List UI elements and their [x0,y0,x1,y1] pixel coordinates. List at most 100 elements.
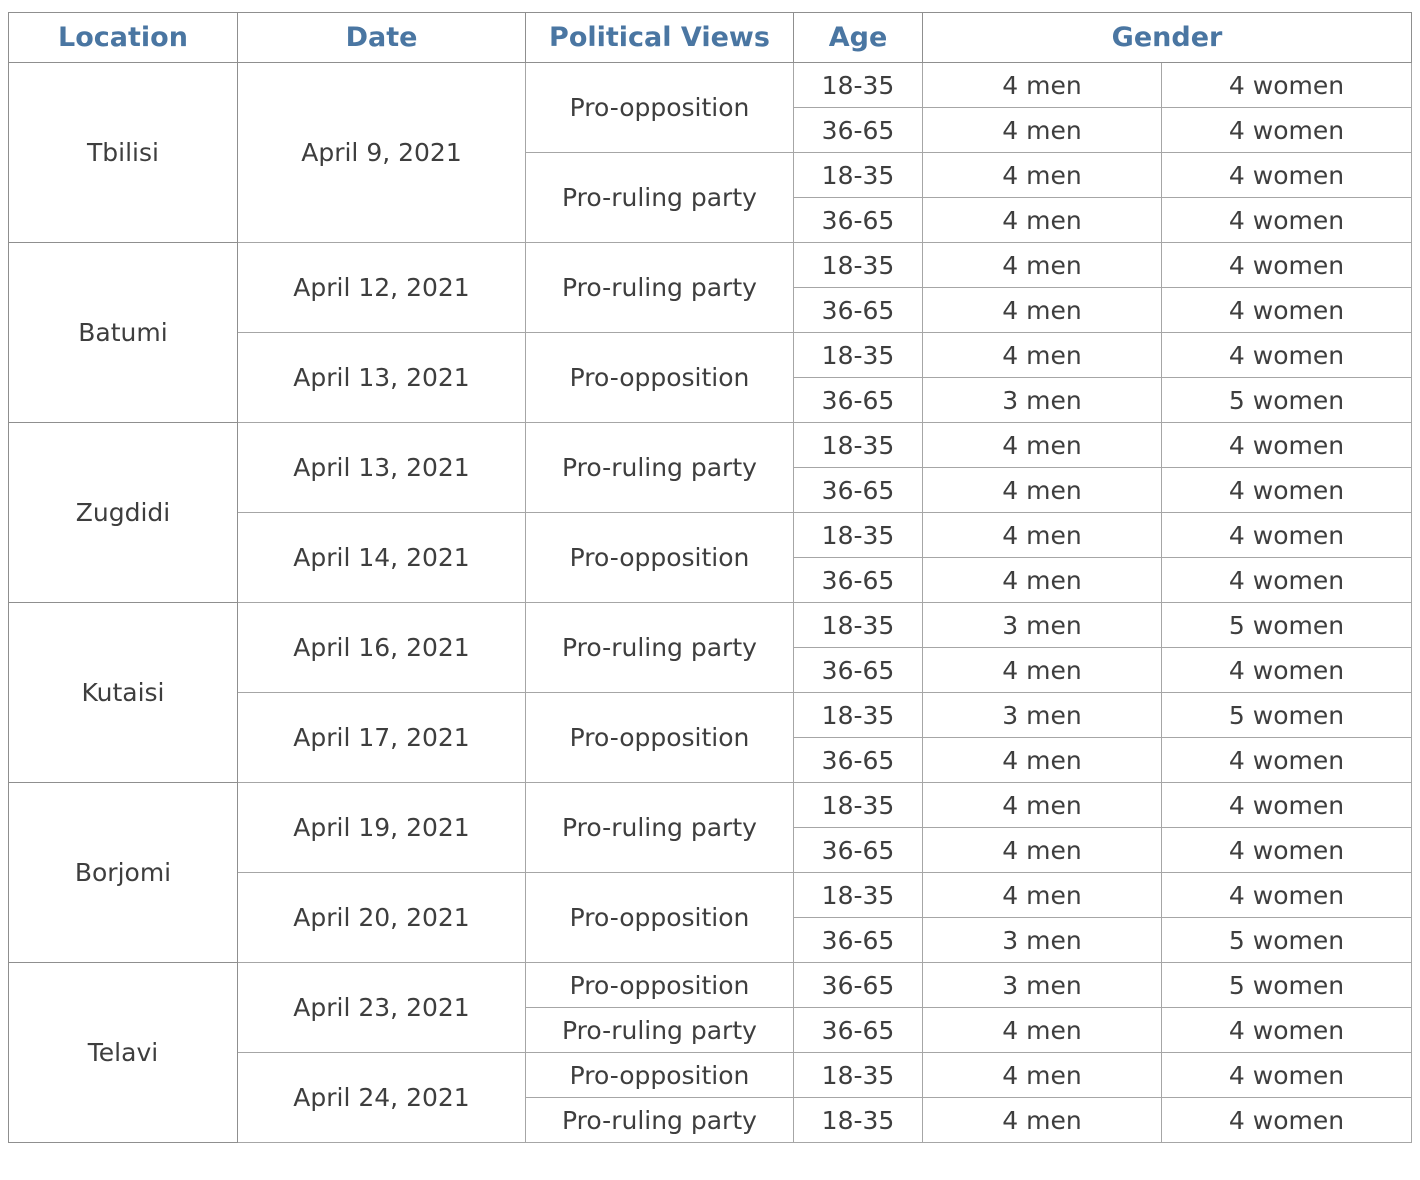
age-cell: 18-35 [793,422,923,468]
women-count-cell: 4 women [1161,1007,1412,1053]
men-count-cell: 4 men [922,1097,1162,1143]
women-count-cell: 5 women [1161,917,1412,963]
date-cell: April 13, 2021 [237,332,526,423]
men-count-cell: 4 men [922,287,1162,333]
age-cell: 18-35 [793,692,923,738]
age-cell: 36-65 [793,647,923,693]
header-date: Date [237,12,526,63]
age-cell: 36-65 [793,557,923,603]
men-count-cell: 4 men [922,647,1162,693]
date-cell: April 23, 2021 [237,962,526,1053]
age-cell: 36-65 [793,1007,923,1053]
location-cell: Telavi [8,962,238,1143]
table-row: Borjomi April 19, 2021 Pro-ruling party 18-… [8,782,1412,963]
women-count-cell: 4 women [1161,512,1412,558]
men-count-cell: 3 men [922,917,1162,963]
women-count-cell: 4 women [1161,152,1412,198]
location-cell: Borjomi [8,782,238,963]
age-cell: 36-65 [793,467,923,513]
date-cell: April 19, 2021 [237,782,526,873]
date-cell: April 20, 2021 [237,872,526,963]
political-views-cell: Pro-ruling party [525,1007,794,1053]
age-cell: 18-35 [793,62,923,108]
location-cell: Kutaisi [8,602,238,783]
women-count-cell: 4 women [1161,1052,1412,1098]
age-cell: 18-35 [793,1097,923,1143]
women-count-cell: 4 women [1161,557,1412,603]
date-cell: April 24, 2021 [237,1052,526,1143]
table-body: Tbilisi April 9, 2021 Pro-opposition 18-35 4… [8,62,1412,1143]
political-views-cell: Pro-ruling party [525,602,794,693]
women-count-cell: 4 women [1161,827,1412,873]
women-count-cell: 4 women [1161,62,1412,108]
women-count-cell: 4 women [1161,197,1412,243]
age-cell: 36-65 [793,377,923,423]
women-count-cell: 5 women [1161,377,1412,423]
political-views-cell: Pro-opposition [525,872,794,963]
men-count-cell: 4 men [922,1007,1162,1053]
age-cell: 36-65 [793,827,923,873]
date-cell: April 12, 2021 [237,242,526,333]
table-row: Kutaisi April 16, 2021 Pro-ruling party 18-… [8,602,1412,783]
men-count-cell: 4 men [922,1052,1162,1098]
men-count-cell: 4 men [922,422,1162,468]
women-count-cell: 4 women [1161,647,1412,693]
men-count-cell: 4 men [922,242,1162,288]
header-age: Age [793,12,923,63]
age-cell: 36-65 [793,962,923,1008]
women-count-cell: 4 women [1161,1097,1412,1143]
men-count-cell: 4 men [922,872,1162,918]
men-count-cell: 4 men [922,332,1162,378]
table-row: Zugdidi April 13, 2021 Pro-ruling party 18-… [8,422,1412,603]
women-count-cell: 4 women [1161,287,1412,333]
age-cell: 18-35 [793,152,923,198]
men-count-cell: 4 men [922,782,1162,828]
men-count-cell: 4 men [922,62,1162,108]
political-views-cell: Pro-ruling party [525,1097,794,1143]
table-row: Batumi April 12, 2021 Pro-ruling party 18-3… [8,242,1412,423]
header-row: Location Date Political Views Age Gender [8,12,1412,63]
date-cell: April 17, 2021 [237,692,526,783]
men-count-cell: 4 men [922,557,1162,603]
table-row: Tbilisi April 9, 2021 Pro-opposition 18-35 4… [8,62,1412,243]
men-count-cell: 4 men [922,827,1162,873]
women-count-cell: 5 women [1161,962,1412,1008]
header-location: Location [8,12,238,63]
location-cell: Tbilisi [8,62,238,243]
men-count-cell: 4 men [922,512,1162,558]
political-views-cell: Pro-opposition [525,692,794,783]
age-cell: 18-35 [793,782,923,828]
header-political-views: Political Views [525,12,794,63]
location-cell: Zugdidi [8,422,238,603]
date-cell: April 9, 2021 [237,62,526,243]
table-row: Telavi April 23, 2021 Pro-opposition 36-65 3… [8,962,1412,1143]
women-count-cell: 4 women [1161,467,1412,513]
men-count-cell: 3 men [922,377,1162,423]
men-count-cell: 4 men [922,197,1162,243]
women-count-cell: 4 women [1161,332,1412,378]
men-count-cell: 3 men [922,962,1162,1008]
date-cell: April 14, 2021 [237,512,526,603]
women-count-cell: 4 women [1161,242,1412,288]
age-cell: 36-65 [793,287,923,333]
political-views-cell: Pro-opposition [525,62,794,153]
age-cell: 36-65 [793,917,923,963]
women-count-cell: 5 women [1161,692,1412,738]
date-cell: April 13, 2021 [237,422,526,513]
men-count-cell: 4 men [922,737,1162,783]
men-count-cell: 3 men [922,602,1162,648]
women-count-cell: 4 women [1161,107,1412,153]
political-views-cell: Pro-opposition [525,512,794,603]
political-views-cell: Pro-ruling party [525,782,794,873]
location-cell: Batumi [8,242,238,423]
header-gender: Gender [922,12,1412,63]
political-views-cell: Pro-ruling party [525,242,794,333]
women-count-cell: 5 women [1161,602,1412,648]
table-header: Location Date Political Views Age Gender [8,12,1412,63]
age-cell: 18-35 [793,1052,923,1098]
age-cell: 18-35 [793,242,923,288]
women-count-cell: 4 women [1161,872,1412,918]
women-count-cell: 4 women [1161,422,1412,468]
age-cell: 18-35 [793,332,923,378]
men-count-cell: 4 men [922,152,1162,198]
